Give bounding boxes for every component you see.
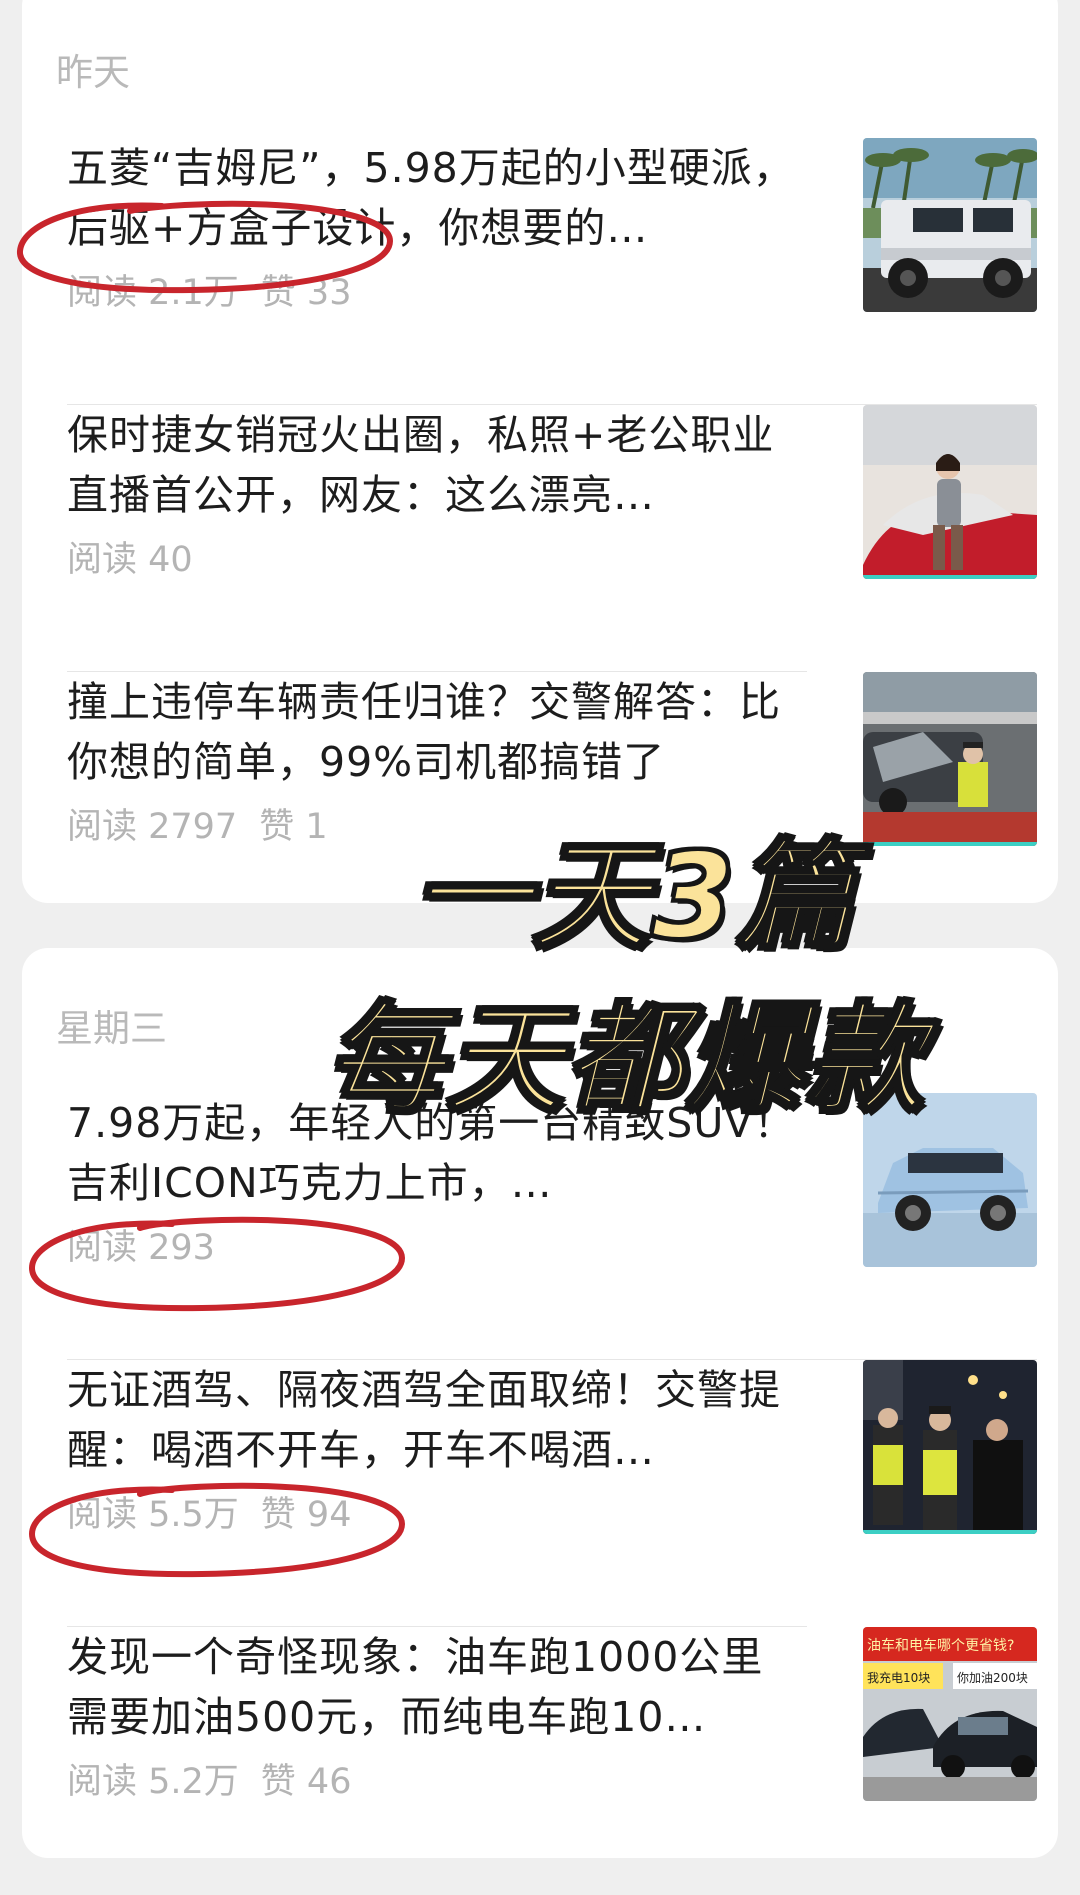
thumbnail-sign-left: 我充电10块: [867, 1670, 930, 1685]
article-meta: 阅读 2797 赞 1: [67, 798, 350, 849]
like-count: 赞 46: [260, 1762, 352, 1802]
thumbnail-sign-right: 你加油200块: [957, 1671, 1028, 1685]
like-count: 赞 33: [260, 273, 352, 313]
read-count: 阅读 5.2万: [67, 1762, 239, 1802]
article-title[interactable]: 撞上违停车辆责任归谁？交警解答：比你想的简单，99%司机都搞错了: [67, 672, 797, 792]
like-count: 赞 94: [260, 1495, 352, 1535]
article-title[interactable]: 无证酒驾、隔夜酒驾全面取缔！交警提醒：喝酒不开车，开车不喝酒…: [67, 1360, 797, 1480]
overlay-caption-line1: 一天3篇: [410, 826, 857, 967]
article-meta: 阅读 2.1万赞 33: [67, 264, 373, 315]
read-count: 阅读 293: [67, 1228, 215, 1268]
article-meta: 阅读 5.5万赞 94: [67, 1486, 373, 1537]
read-count: 阅读 5.5万: [67, 1495, 239, 1535]
article-meta: 阅读 5.2万赞 46: [67, 1753, 373, 1804]
article-title[interactable]: 五菱“吉姆尼”，5.98万起的小型硬派，后驱+方盒子设计，你想要的…: [67, 138, 797, 258]
article-thumbnail[interactable]: [863, 672, 1037, 846]
section-card-yesterday: 昨天 五菱“吉姆尼”，5.98万起的小型硬派，后驱+方盒子设计，你想要的… 阅读…: [22, 0, 1058, 903]
read-count: 阅读 2797: [67, 807, 238, 847]
like-count: 赞 1: [259, 807, 328, 847]
thumbnail-banner-text: 油车和电车哪个更省钱?: [867, 1637, 1014, 1654]
article-title[interactable]: 保时捷女销冠火出圈，私照+老公职业直播首公开，网友：这么漂亮…: [67, 405, 797, 525]
article-meta: 阅读 293: [67, 1219, 237, 1270]
section-label: 星期三: [56, 1007, 167, 1050]
article-thumbnail[interactable]: [863, 1360, 1037, 1534]
list-item[interactable]: 无证酒驾、隔夜酒驾全面取缔！交警提醒：喝酒不开车，开车不喝酒… 阅读 5.5万赞…: [67, 1360, 1037, 1628]
article-thumbnail[interactable]: 油车和电车哪个更省钱? 我充电10块 你加油200块: [863, 1627, 1037, 1801]
article-thumbnail[interactable]: [863, 405, 1037, 579]
list-item[interactable]: 五菱“吉姆尼”，5.98万起的小型硬派，后驱+方盒子设计，你想要的… 阅读 2.…: [67, 138, 1037, 406]
list-item[interactable]: 发现一个奇怪现象：油车跑1000公里需要加油500元，而纯电车跑10… 阅读 5…: [67, 1627, 1037, 1895]
article-thumbnail[interactable]: [863, 138, 1037, 312]
section-label: 昨天: [56, 51, 130, 94]
read-count: 阅读 40: [67, 540, 193, 580]
list-item[interactable]: 保时捷女销冠火出圈，私照+老公职业直播首公开，网友：这么漂亮… 阅读 40: [67, 405, 1037, 673]
overlay-caption-line2: 每天都爆款: [324, 989, 927, 1130]
article-meta: 阅读 40: [67, 531, 215, 582]
article-title[interactable]: 发现一个奇怪现象：油车跑1000公里需要加油500元，而纯电车跑10…: [67, 1627, 797, 1747]
read-count: 阅读 2.1万: [67, 273, 239, 313]
